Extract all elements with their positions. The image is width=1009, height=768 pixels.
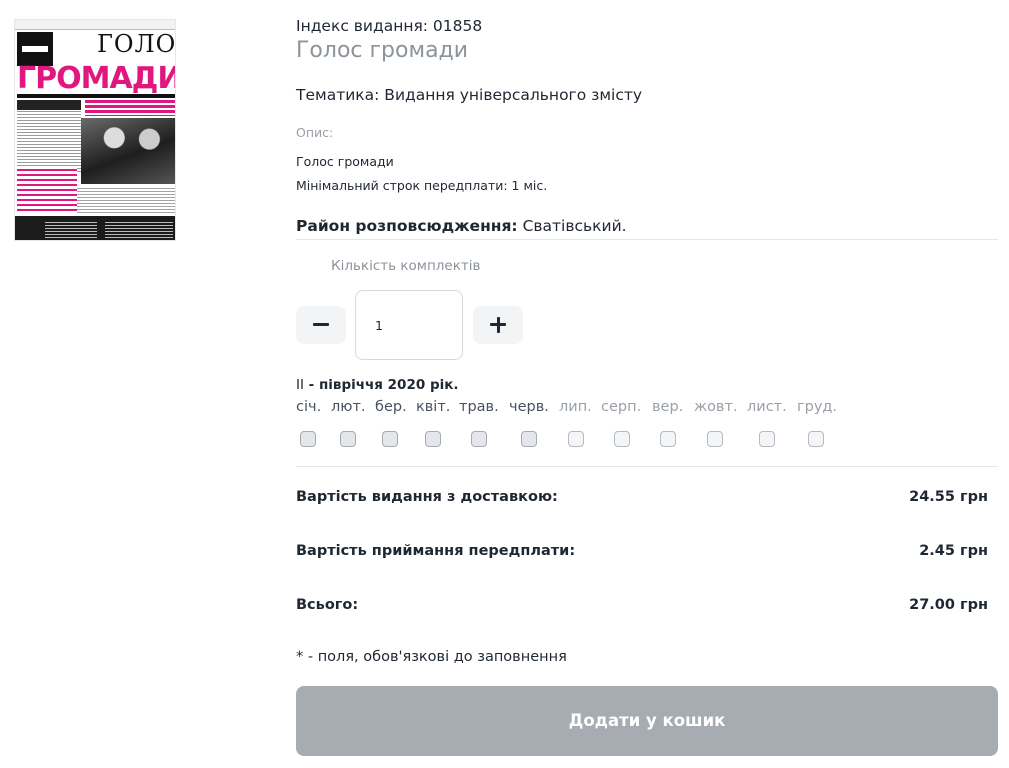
period-text: - півріччя 2020 рік. xyxy=(303,377,459,393)
cover-masthead-big: ГРОМАДИ xyxy=(17,61,176,96)
quantity-increase-button[interactable] xyxy=(473,306,523,344)
required-fields-note: * - поля, обов'язкові до заповнення xyxy=(296,649,567,665)
quantity-label: Кількість комплектів xyxy=(331,258,481,274)
delivery-cost-value: 24.55 грн xyxy=(909,489,988,505)
month-label-feb: лют. xyxy=(331,399,366,415)
distribution-district: Район розповсюдження: Сватівський. xyxy=(296,217,627,235)
add-to-cart-button[interactable]: Додати у кошик xyxy=(296,686,998,756)
district-value: Сватівський. xyxy=(517,217,627,235)
quantity-input[interactable] xyxy=(355,290,463,360)
cover-headline xyxy=(85,98,175,116)
subscription-period: II - півріччя 2020 рік. xyxy=(296,377,459,393)
month-label-aug: серп. xyxy=(601,399,642,415)
cover-photo xyxy=(81,118,175,184)
month-checkbox-nov[interactable] xyxy=(759,431,775,447)
product-title: Голос громади xyxy=(296,38,469,63)
month-label-sep: вер. xyxy=(652,399,684,415)
product-theme: Тематика: Видання універсального змісту xyxy=(296,86,643,104)
quantity-decrease-button[interactable] xyxy=(296,306,346,344)
district-label: Район розповсюдження: xyxy=(296,217,518,235)
total-label: Всього: xyxy=(296,597,359,613)
cover-top-strip xyxy=(15,20,175,30)
period-roman: II xyxy=(296,377,304,393)
month-label-jan: січ. xyxy=(296,399,322,415)
divider xyxy=(296,239,998,240)
month-checkbox-sep[interactable] xyxy=(660,431,676,447)
description-line: Голос громади xyxy=(296,154,394,169)
total-value: 27.00 грн xyxy=(909,597,988,613)
month-checkbox-jan[interactable] xyxy=(300,431,316,447)
month-label-jun: черв. xyxy=(509,399,549,415)
month-label-jul: лип. xyxy=(559,399,592,415)
month-checkbox-jul[interactable] xyxy=(568,431,584,447)
month-label-mar: бер. xyxy=(375,399,407,415)
month-label-apr: квіт. xyxy=(416,399,451,415)
month-checkbox-oct[interactable] xyxy=(707,431,723,447)
acceptance-cost-value: 2.45 грн xyxy=(919,543,988,559)
month-label-nov: лист. xyxy=(747,399,787,415)
month-label-oct: жовт. xyxy=(694,399,738,415)
product-index: Індекс видання: 01858 xyxy=(296,17,483,35)
minus-icon xyxy=(313,323,329,326)
cover-pink-band xyxy=(17,166,77,214)
month-checkbox-feb[interactable] xyxy=(340,431,356,447)
month-checkbox-apr[interactable] xyxy=(425,431,441,447)
month-checkbox-may[interactable] xyxy=(471,431,487,447)
cover-text-column xyxy=(17,100,81,172)
description-label: Опис: xyxy=(296,125,334,140)
cover-footer xyxy=(15,216,175,240)
delivery-cost-label: Вартість видання з доставкою: xyxy=(296,489,558,505)
month-checkbox-dec[interactable] xyxy=(808,431,824,447)
cover-masthead-small: ГОЛОС xyxy=(97,30,176,58)
month-label-may: трав. xyxy=(459,399,499,415)
divider xyxy=(296,466,998,467)
description-line: Мінімальний строк передплати: 1 міс. xyxy=(296,178,548,193)
month-checkbox-mar[interactable] xyxy=(382,431,398,447)
month-checkbox-aug[interactable] xyxy=(614,431,630,447)
month-checkbox-jun[interactable] xyxy=(521,431,537,447)
cover-image: ГОЛОС ГРОМАДИ xyxy=(14,19,176,241)
acceptance-cost-label: Вартість приймання передплати: xyxy=(296,543,576,559)
month-label-dec: груд. xyxy=(797,399,838,415)
